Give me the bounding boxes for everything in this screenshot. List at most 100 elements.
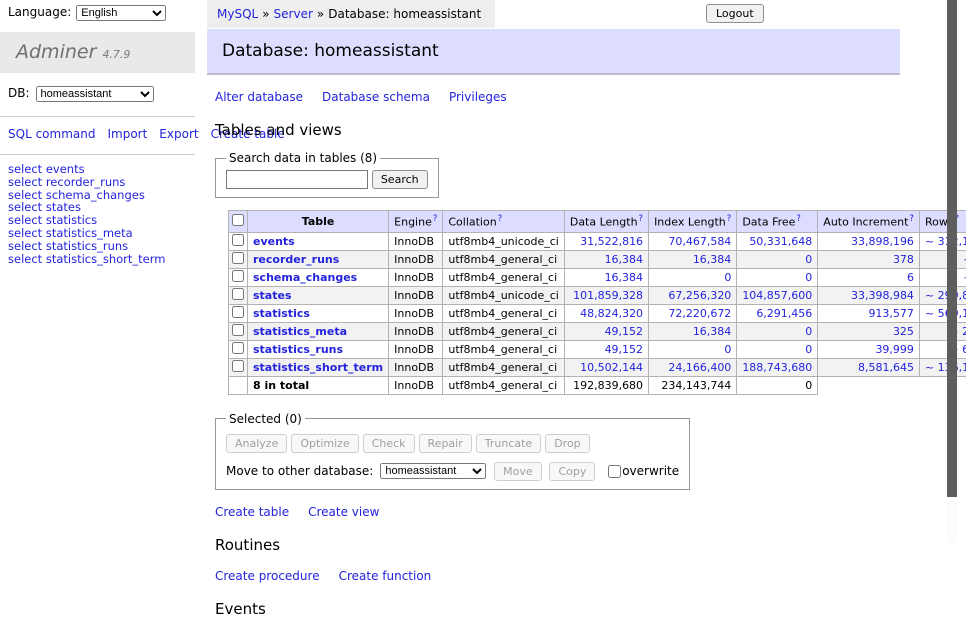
sidebar-table-link[interactable]: select statistics_runs — [0, 240, 195, 253]
create-links: Create table Create view — [215, 505, 900, 519]
data-free-link[interactable]: 0 — [805, 343, 812, 356]
column-help-link[interactable]: ? — [433, 214, 438, 224]
auto-increment-link[interactable]: 39,999 — [875, 343, 914, 356]
data-length-link[interactable]: 16,384 — [605, 271, 644, 284]
overwrite-option[interactable]: overwrite — [608, 464, 679, 478]
search-button[interactable]: Search — [372, 170, 428, 189]
select-all-cell — [229, 211, 248, 233]
data-length-link[interactable]: 49,152 — [605, 343, 644, 356]
table-row: schema_changesInnoDButf8mb4_general_ci16… — [229, 268, 966, 286]
index-length-link[interactable]: 70,467,584 — [668, 235, 731, 248]
rows-count-link[interactable]: ~ 136,108 — [925, 361, 966, 374]
routine-link[interactable]: Create procedure — [215, 569, 320, 583]
search-input[interactable] — [226, 170, 368, 189]
engine-cell: InnoDB — [389, 268, 443, 286]
move-button: Move — [494, 462, 542, 481]
row-checkbox[interactable] — [232, 234, 244, 246]
index-length-link[interactable]: 72,220,672 — [668, 307, 731, 320]
db-action-link[interactable]: Privileges — [449, 90, 507, 104]
column-help-link[interactable]: ? — [639, 214, 644, 224]
auto-increment-link[interactable]: 33,898,196 — [851, 235, 914, 248]
data-free-link[interactable]: 0 — [805, 253, 812, 266]
bulk-check-button: Check — [363, 434, 415, 453]
table-name-link[interactable]: statistics — [253, 307, 310, 320]
create-link[interactable]: Create table — [215, 505, 289, 519]
overwrite-checkbox[interactable] — [608, 465, 621, 478]
app-name: Adminer — [16, 41, 96, 63]
data-length-link[interactable]: 101,859,328 — [573, 289, 643, 302]
rows-count-link[interactable]: ~ 299,833 — [925, 289, 966, 302]
sidebar-table-link[interactable]: select statistics_meta — [0, 227, 195, 240]
auto-increment-link[interactable]: 33,398,984 — [851, 289, 914, 302]
logout-button[interactable]: Logout — [706, 4, 764, 23]
data-free-link[interactable]: 104,857,600 — [742, 289, 812, 302]
auto-increment-link[interactable]: 913,577 — [868, 307, 914, 320]
data-free-link[interactable]: 188,743,680 — [742, 361, 812, 374]
row-checkbox[interactable] — [232, 288, 244, 300]
table-row: statesInnoDButf8mb4_unicode_ci101,859,32… — [229, 286, 966, 304]
data-free-link[interactable]: 0 — [805, 325, 812, 338]
auto-increment-link[interactable]: 378 — [893, 253, 914, 266]
breadcrumb-separator: » — [317, 7, 324, 21]
data-length-link[interactable]: 16,384 — [605, 253, 644, 266]
sidebar-command-link[interactable]: Export — [159, 127, 198, 141]
data-free-link[interactable]: 0 — [805, 271, 812, 284]
table-name-link[interactable]: schema_changes — [253, 271, 357, 284]
auto-increment-link[interactable]: 6 — [907, 271, 914, 284]
index-length-link[interactable]: 0 — [724, 271, 731, 284]
data-length-link[interactable]: 10,502,144 — [580, 361, 643, 374]
table-name-link[interactable]: states — [253, 289, 292, 302]
move-db-select[interactable]: homeassistant — [380, 463, 486, 479]
index-length-link[interactable]: 24,166,400 — [668, 361, 731, 374]
table-name-link[interactable]: statistics_meta — [253, 325, 347, 338]
data-free-link[interactable]: 6,291,456 — [756, 307, 812, 320]
db-action-link[interactable]: Alter database — [215, 90, 303, 104]
table-name-link[interactable]: events — [253, 235, 295, 248]
row-checkbox[interactable] — [232, 342, 244, 354]
rows-count-link[interactable]: ~ 312,180 — [925, 235, 966, 248]
sidebar-table-link[interactable]: select events — [0, 163, 195, 176]
data-free-link[interactable]: 50,331,648 — [749, 235, 812, 248]
db-action-link[interactable]: Database schema — [322, 90, 430, 104]
column-help-link[interactable]: ? — [796, 214, 801, 224]
row-checkbox[interactable] — [232, 306, 244, 318]
sidebar-table-link[interactable]: select statistics_short_term — [0, 253, 195, 266]
sidebar-table-link[interactable]: select recorder_runs — [0, 176, 195, 189]
column-help-link[interactable]: ? — [909, 214, 914, 224]
total-row: 8 in totalInnoDButf8mb4_general_ci192,83… — [229, 376, 966, 394]
data-length-link[interactable]: 49,152 — [605, 325, 644, 338]
column-help-link[interactable]: ? — [727, 214, 732, 224]
select-all-checkbox[interactable] — [232, 214, 244, 226]
table-header-row: TableEngine?Collation?Data Length?Index … — [229, 211, 966, 233]
scrollbar-thumb[interactable] — [947, 0, 957, 497]
row-checkbox[interactable] — [232, 360, 244, 372]
create-link[interactable]: Create view — [308, 505, 379, 519]
index-length-link[interactable]: 16,384 — [693, 325, 732, 338]
breadcrumb-separator: » — [262, 7, 269, 21]
data-length-link[interactable]: 31,522,816 — [580, 235, 643, 248]
index-length-link[interactable]: 67,256,320 — [668, 289, 731, 302]
auto-increment-link[interactable]: 325 — [893, 325, 914, 338]
index-length-link[interactable]: 16,384 — [693, 253, 732, 266]
engine-cell: InnoDB — [389, 340, 443, 358]
breadcrumb-mysql-link[interactable]: MySQL — [217, 7, 258, 21]
row-checkbox[interactable] — [232, 324, 244, 336]
db-select[interactable]: homeassistant — [36, 86, 154, 102]
auto-increment-link[interactable]: 8,581,645 — [858, 361, 914, 374]
sidebar-command-link[interactable]: SQL command — [8, 127, 95, 141]
index-length-link[interactable]: 0 — [724, 343, 731, 356]
table-name-link[interactable]: statistics_short_term — [253, 361, 383, 374]
language-select[interactable]: English — [76, 5, 166, 21]
row-checkbox[interactable] — [232, 252, 244, 264]
language-row: Language:English — [0, 0, 195, 25]
rows-count-link[interactable]: ~ 569,159 — [925, 307, 966, 320]
column-header: Data Length? — [564, 211, 648, 233]
row-checkbox[interactable] — [232, 270, 244, 282]
column-help-link[interactable]: ? — [498, 214, 503, 224]
data-length-link[interactable]: 48,824,320 — [580, 307, 643, 320]
table-name-link[interactable]: recorder_runs — [253, 253, 339, 266]
breadcrumb-server-link[interactable]: Server — [274, 7, 313, 21]
sidebar-command-link[interactable]: Import — [107, 127, 147, 141]
routine-link[interactable]: Create function — [339, 569, 432, 583]
table-name-link[interactable]: statistics_runs — [253, 343, 343, 356]
